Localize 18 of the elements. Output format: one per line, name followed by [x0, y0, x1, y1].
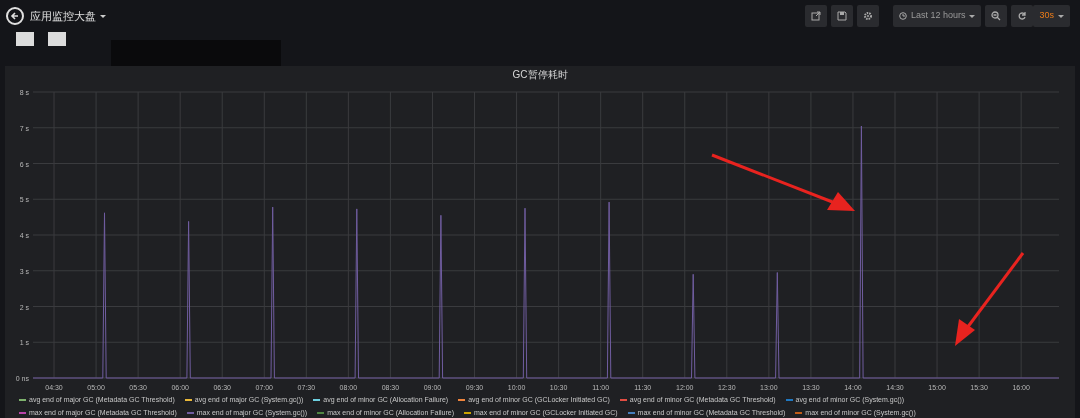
zoom-out-icon — [991, 11, 1002, 21]
dashboard-title[interactable]: 应用监控大盘 — [30, 7, 106, 25]
share-button[interactable] — [804, 5, 827, 27]
redacted-block — [48, 32, 66, 46]
redacted-block — [16, 32, 34, 46]
time-range-picker[interactable]: Last 12 hours — [892, 5, 982, 27]
save-icon — [836, 11, 847, 21]
refresh-icon — [1017, 11, 1028, 21]
panel-title: GC暂停耗时 — [512, 68, 568, 83]
clock-icon — [898, 12, 907, 20]
refresh-button[interactable] — [1011, 5, 1034, 27]
back-icon[interactable] — [6, 7, 24, 25]
settings-icon — [862, 11, 873, 21]
save-button[interactable] — [830, 5, 853, 27]
zoom-out-button[interactable] — [985, 5, 1008, 27]
share-icon — [810, 11, 821, 21]
refresh-interval-picker[interactable]: 30s — [1033, 5, 1070, 27]
settings-button[interactable] — [856, 5, 879, 27]
